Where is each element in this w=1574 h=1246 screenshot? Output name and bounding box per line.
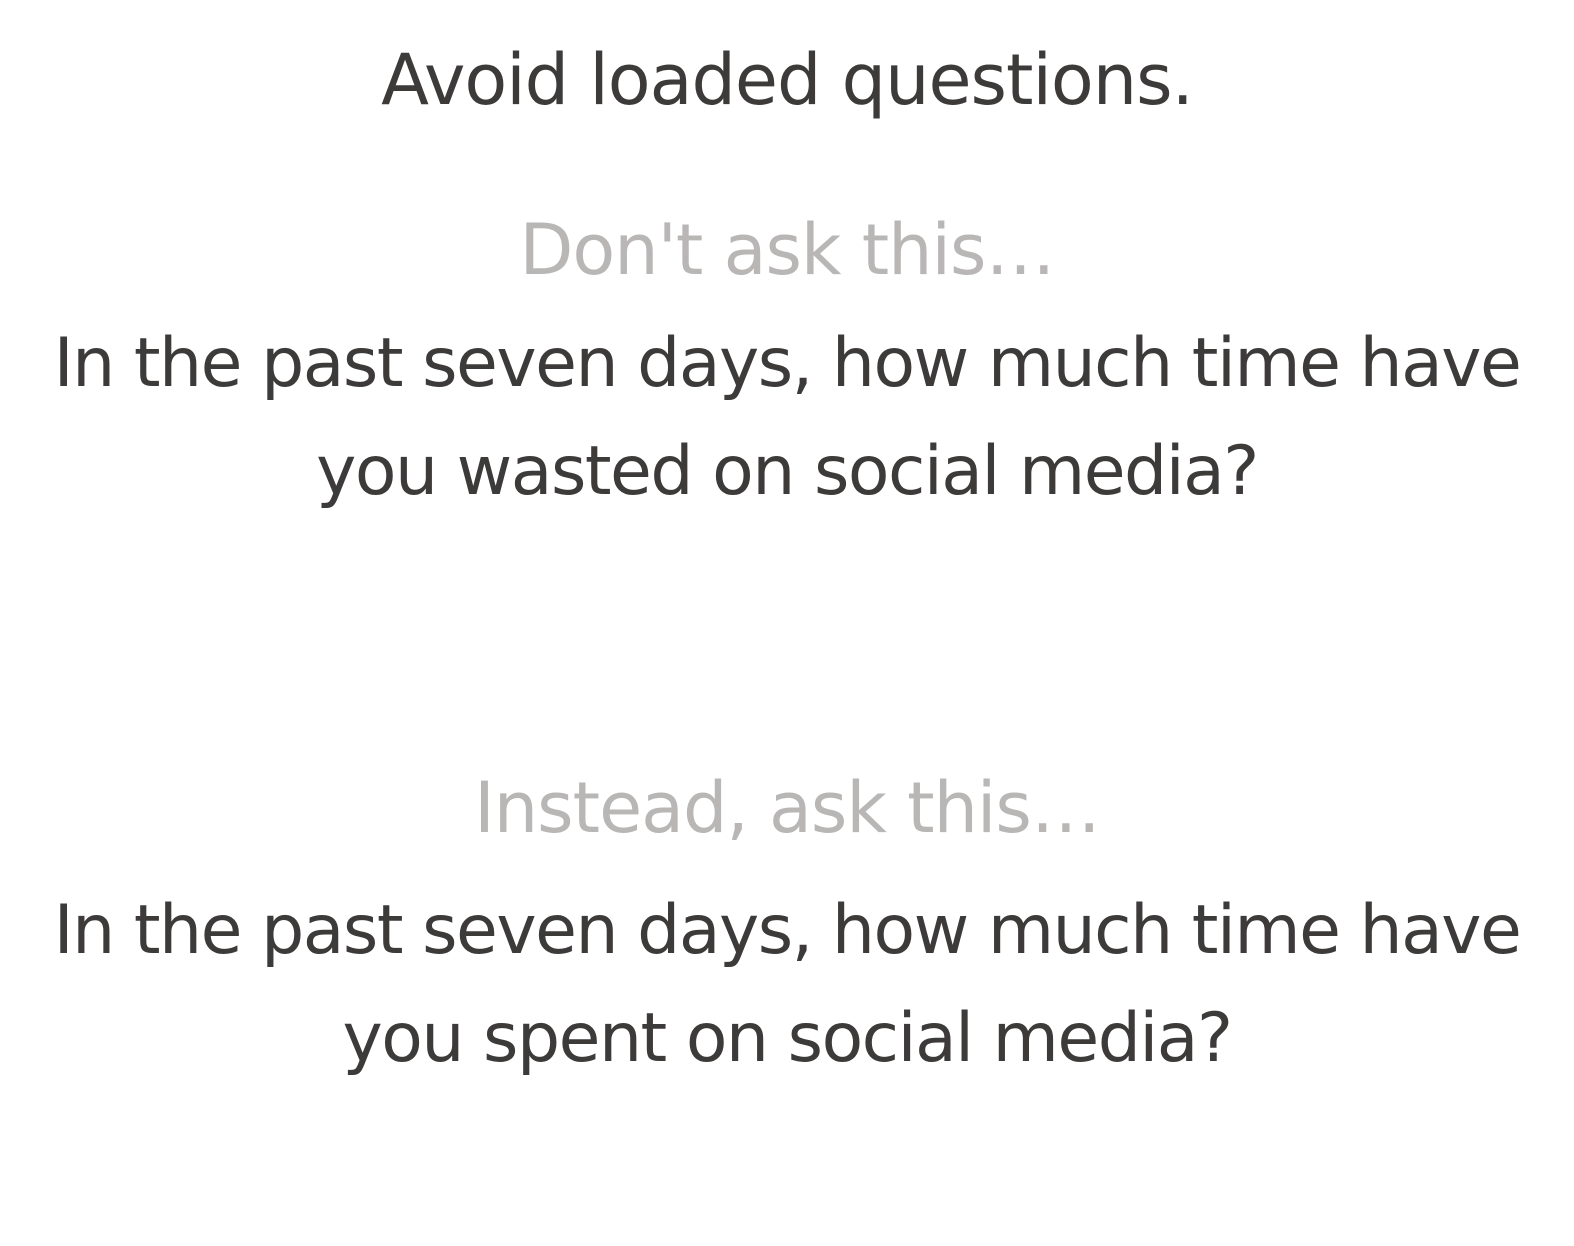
- loaded-question-line-1: In the past seven days, how much time ha…: [53, 324, 1522, 403]
- instead-ask-label: Instead, ask this…: [474, 767, 1101, 849]
- neutral-question: In the past seven days, how much time ha…: [0, 877, 1574, 1093]
- neutral-question-line-2: you spent on social media?: [342, 999, 1233, 1078]
- loaded-question: In the past seven days, how much time ha…: [0, 310, 1574, 526]
- slide-title: Avoid loaded questions.: [381, 39, 1194, 121]
- neutral-question-line-1: In the past seven days, how much time ha…: [53, 891, 1522, 970]
- slide: Avoid loaded questions. Don't ask this… …: [0, 0, 1574, 1246]
- dont-ask-label: Don't ask this…: [519, 209, 1056, 291]
- loaded-question-line-2: you wasted on social media?: [316, 432, 1259, 511]
